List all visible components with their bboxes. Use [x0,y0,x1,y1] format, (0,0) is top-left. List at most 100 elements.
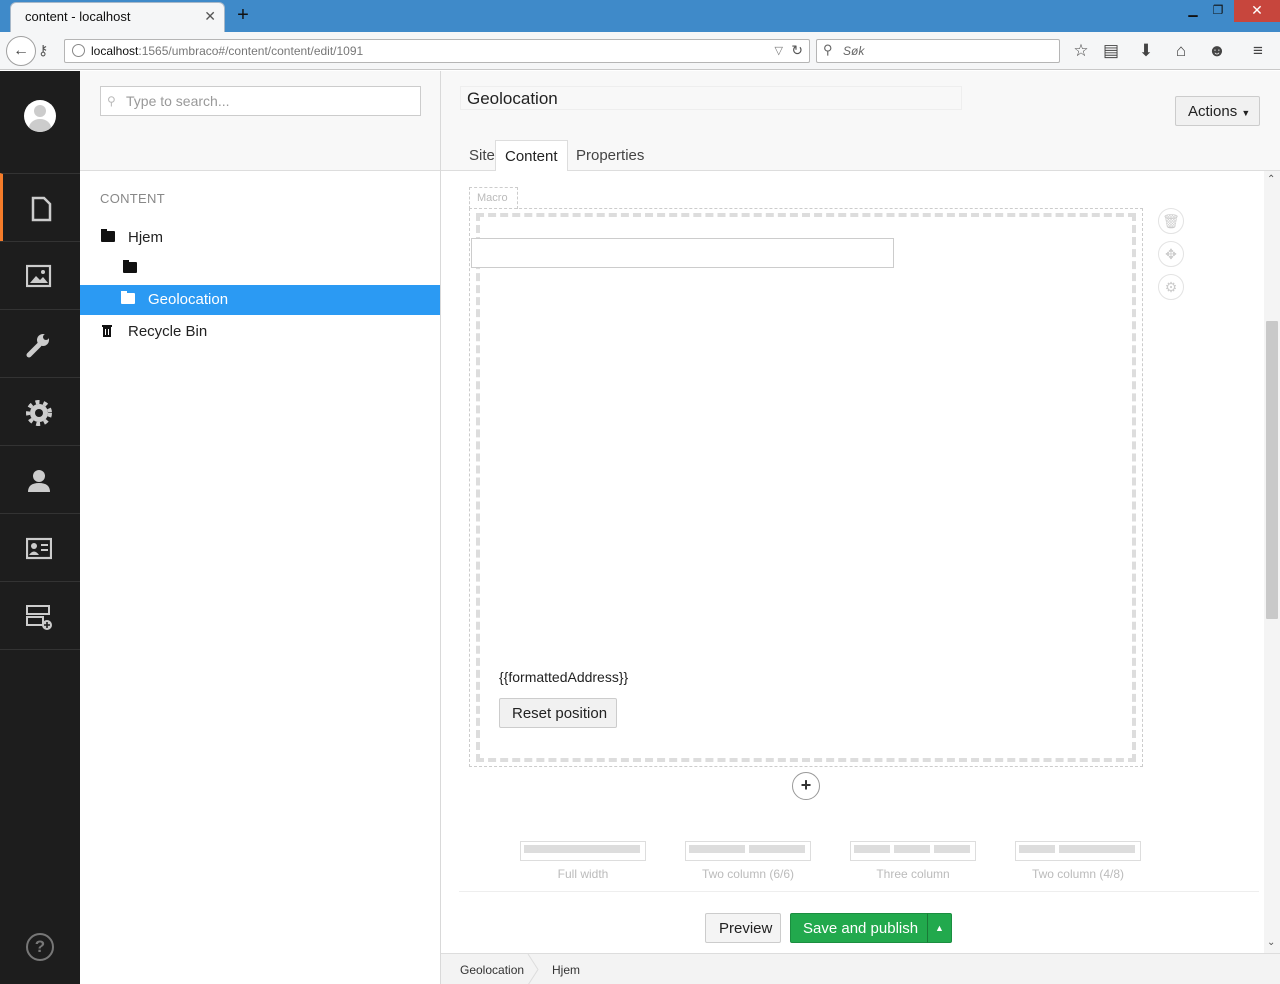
user-icon [28,470,50,492]
formatted-address: {{formattedAddress}} [499,669,629,685]
layout-label: Two column (6/6) [701,867,795,881]
globe-icon [72,44,85,57]
breadcrumb: Geolocation Hjem [441,953,1280,984]
save-and-publish-button[interactable]: Save and publish [790,913,928,943]
breadcrumb-item[interactable]: Geolocation [460,963,524,977]
browser-search-input[interactable]: ⚲ Søk [816,39,1060,63]
section-forms[interactable] [0,581,80,649]
tree-item-label: Recycle Bin [128,323,208,340]
key-icon[interactable]: ⚷ [38,42,48,59]
layout-two-column-4-8[interactable]: Two column (4/8) [1015,841,1141,881]
browser-tab-title: content - localhost [25,9,131,24]
reading-list-icon[interactable]: ▤ [1100,40,1122,62]
layout-preview [850,841,976,861]
delete-icon[interactable]: 🗑 [1158,208,1184,234]
layout-two-column-6-6[interactable]: Two column (6/6) [685,841,811,881]
tree-item-label: Hjem [128,229,164,246]
scroll-thumb[interactable] [1266,321,1278,619]
gear-icon [26,400,52,426]
url-dropdown-icon[interactable]: ▽ [775,44,783,57]
divider [459,891,1259,892]
section-users[interactable] [0,445,80,513]
actions-button[interactable]: Actions ▼ [1175,96,1260,126]
browser-navbar: ← ⚷ localhost:1565/umbraco#/content/cont… [0,32,1280,70]
url-host: localhost [91,44,139,58]
editor-content: Macro {{formattedAddress}} Reset positio… [441,171,1264,953]
folder-icon [121,291,135,304]
close-tab-icon[interactable]: ✕ [204,8,216,25]
section-members[interactable] [0,513,80,581]
macro-label: Macro [469,187,518,209]
add-row-icon[interactable]: + [792,772,820,800]
wrench-icon [26,334,49,358]
help-icon[interactable]: ? [26,933,54,961]
section-media[interactable] [0,241,80,309]
document-icon [31,196,52,222]
url-path: :1565/umbraco#/content/content/edit/1091 [138,44,364,58]
layout-three-column[interactable]: Three column [850,841,976,881]
editor-header: Geolocation Actions ▼ Site Content Prope… [441,71,1280,172]
browser-titlebar: content - localhost ✕ + ▁ ❐ ✕ [0,0,1280,32]
back-icon[interactable]: ← [6,36,36,66]
actions-label: Actions [1188,103,1238,120]
browser-tab[interactable]: content - localhost ✕ [10,2,225,32]
folder-icon [101,229,115,242]
scroll-up-icon[interactable]: ⌃ [1267,174,1275,185]
breadcrumb-item[interactable]: Hjem [552,963,580,977]
section-sidebar: ? [0,71,80,984]
maximize-icon[interactable]: ❐ [1205,0,1231,22]
tree-header: ⚲ Type to search... [80,71,440,171]
tab-content[interactable]: Content [495,140,568,172]
member-card-icon [26,537,52,560]
scroll-down-icon[interactable]: ⌄ [1267,937,1275,948]
layout-preview [685,841,811,861]
caret-down-icon: ▼ [1241,108,1251,118]
tree-search-placeholder: Type to search... [126,93,230,109]
cog-icon[interactable]: ⚙ [1158,274,1184,300]
reset-position-button[interactable]: Reset position [499,698,617,728]
address-bar[interactable]: localhost:1565/umbraco#/content/content/… [64,39,810,63]
reload-icon[interactable]: ↻ [791,42,803,59]
download-icon[interactable]: ⬇ [1135,40,1157,62]
node-name-input[interactable]: Geolocation [460,86,962,110]
minimize-icon[interactable]: ▁ [1180,0,1206,22]
menu-icon[interactable]: ≡ [1247,40,1269,62]
breadcrumb-separator [527,954,539,984]
chat-icon[interactable]: ☻ [1206,40,1228,62]
content-tree-panel: ⚲ Type to search... CONTENT Hjem Geoloca… [80,71,441,984]
tree-search-input[interactable]: ⚲ Type to search... [100,86,421,116]
new-tab-icon[interactable]: + [232,4,254,26]
caret-up-icon[interactable]: ▲ [927,913,952,943]
tree-item-geolocation[interactable]: Geolocation [80,285,440,315]
tree-section-title: CONTENT [100,191,165,206]
trash-icon [102,324,112,337]
section-content[interactable] [0,173,80,241]
layout-preview [1015,841,1141,861]
image-icon [26,264,52,288]
move-icon[interactable]: ✥ [1158,241,1184,267]
layout-full-width[interactable]: Full width [520,841,646,881]
layout-label: Full width [557,867,609,881]
window-close-icon[interactable]: ✕ [1234,0,1280,22]
layout-label: Two column (4/8) [1031,867,1125,881]
user-avatar[interactable] [24,100,56,132]
address-search-input[interactable] [471,238,894,268]
layout-picker: Full width Two column (6/6) Three column… [441,841,1264,891]
layout-label: Three column [876,867,950,881]
tree-item-label: Geolocation [148,291,229,308]
section-developer[interactable] [0,377,80,445]
home-icon[interactable]: ⌂ [1170,40,1192,62]
tree-item-redacted[interactable] [80,254,440,284]
preview-button[interactable]: Preview [705,913,781,943]
scrollbar[interactable]: ⌃ ⌄ [1264,171,1280,953]
tree-item-recycle-bin[interactable]: Recycle Bin [80,317,440,347]
tab-properties[interactable]: Properties [567,140,653,172]
browser-search-placeholder: Søk [843,44,865,58]
bookmark-star-icon[interactable]: ☆ [1070,40,1092,62]
search-icon: ⚲ [823,42,833,57]
search-icon: ⚲ [107,94,116,108]
folder-icon [123,260,137,273]
section-settings-tools[interactable] [0,309,80,377]
section-divider [0,649,80,650]
tree-item-hjem[interactable]: Hjem [80,223,440,253]
